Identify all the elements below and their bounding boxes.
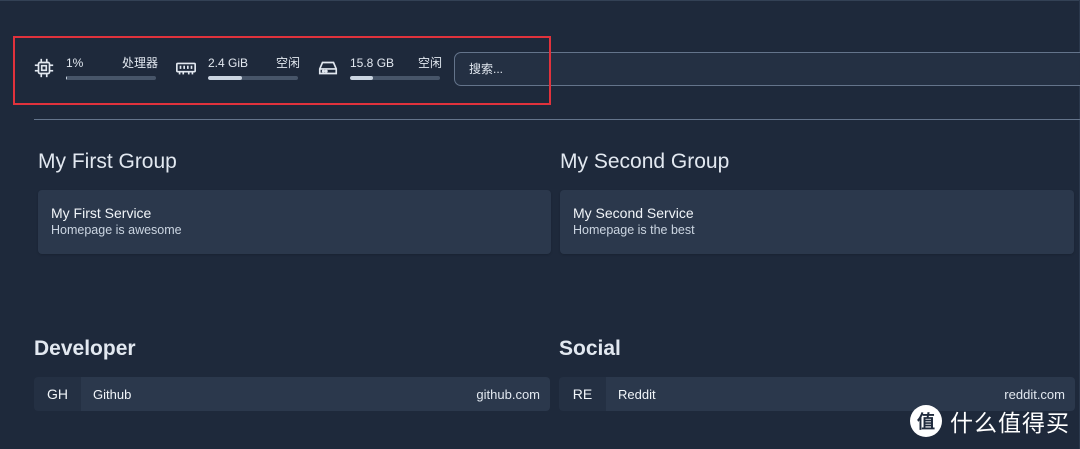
disk-value: 15.8 GB — [350, 56, 395, 70]
service-name: My First Service — [51, 205, 152, 221]
bookmark-url: github.com — [476, 386, 540, 402]
bookmark-abbr: RE — [559, 377, 606, 411]
bookmark-url: reddit.com — [1004, 386, 1065, 402]
cpu-usage-bar — [66, 76, 156, 80]
service-name: My Second Service — [573, 205, 694, 221]
cpu-widget: 1% 处理器 — [30, 54, 158, 82]
resource-widgets: 1% 处理器 2.4 GiB 空闲 15.8 GB 空闲 — [30, 54, 456, 86]
service-card-second[interactable]: My Second Service Homepage is the best — [560, 190, 1074, 254]
cpu-icon — [30, 54, 58, 82]
bookmark-group-title-social: Social — [559, 337, 621, 360]
service-description: Homepage is awesome — [51, 223, 182, 237]
disk-icon — [314, 54, 342, 82]
service-description: Homepage is the best — [573, 223, 695, 237]
disk-usage-fill — [350, 76, 373, 80]
disk-widget: 15.8 GB 空闲 — [314, 54, 442, 82]
memory-usage-bar — [208, 76, 298, 80]
group-title-second: My Second Group — [560, 150, 730, 173]
memory-value: 2.4 GiB — [208, 56, 249, 70]
memory-icon — [172, 54, 200, 82]
cpu-usage-fill — [66, 76, 67, 80]
disk-usage-bar — [350, 76, 440, 80]
cpu-label: 处理器 — [121, 56, 158, 70]
watermark-text: 什么值得买 — [950, 411, 1070, 437]
search-input[interactable] — [454, 52, 1080, 86]
memory-label: 空闲 — [275, 56, 300, 70]
header-divider — [34, 119, 1080, 120]
group-title-first: My First Group — [38, 150, 177, 173]
bookmark-github[interactable]: GH Github github.com — [34, 377, 550, 411]
memory-usage-fill — [208, 76, 243, 80]
disk-label: 空闲 — [417, 56, 442, 70]
cpu-value: 1% — [66, 56, 84, 70]
service-card-first[interactable]: My First Service Homepage is awesome — [38, 190, 551, 254]
bookmark-name: Github — [93, 386, 132, 402]
watermark: 值 什么值得买 — [910, 404, 1070, 438]
bookmark-name: Reddit — [618, 386, 656, 402]
bookmark-group-title-developer: Developer — [34, 337, 136, 360]
bookmark-abbr: GH — [34, 377, 81, 411]
top-border — [0, 0, 1080, 1]
watermark-logo: 值 — [910, 405, 942, 437]
memory-widget: 2.4 GiB 空闲 — [172, 54, 300, 82]
